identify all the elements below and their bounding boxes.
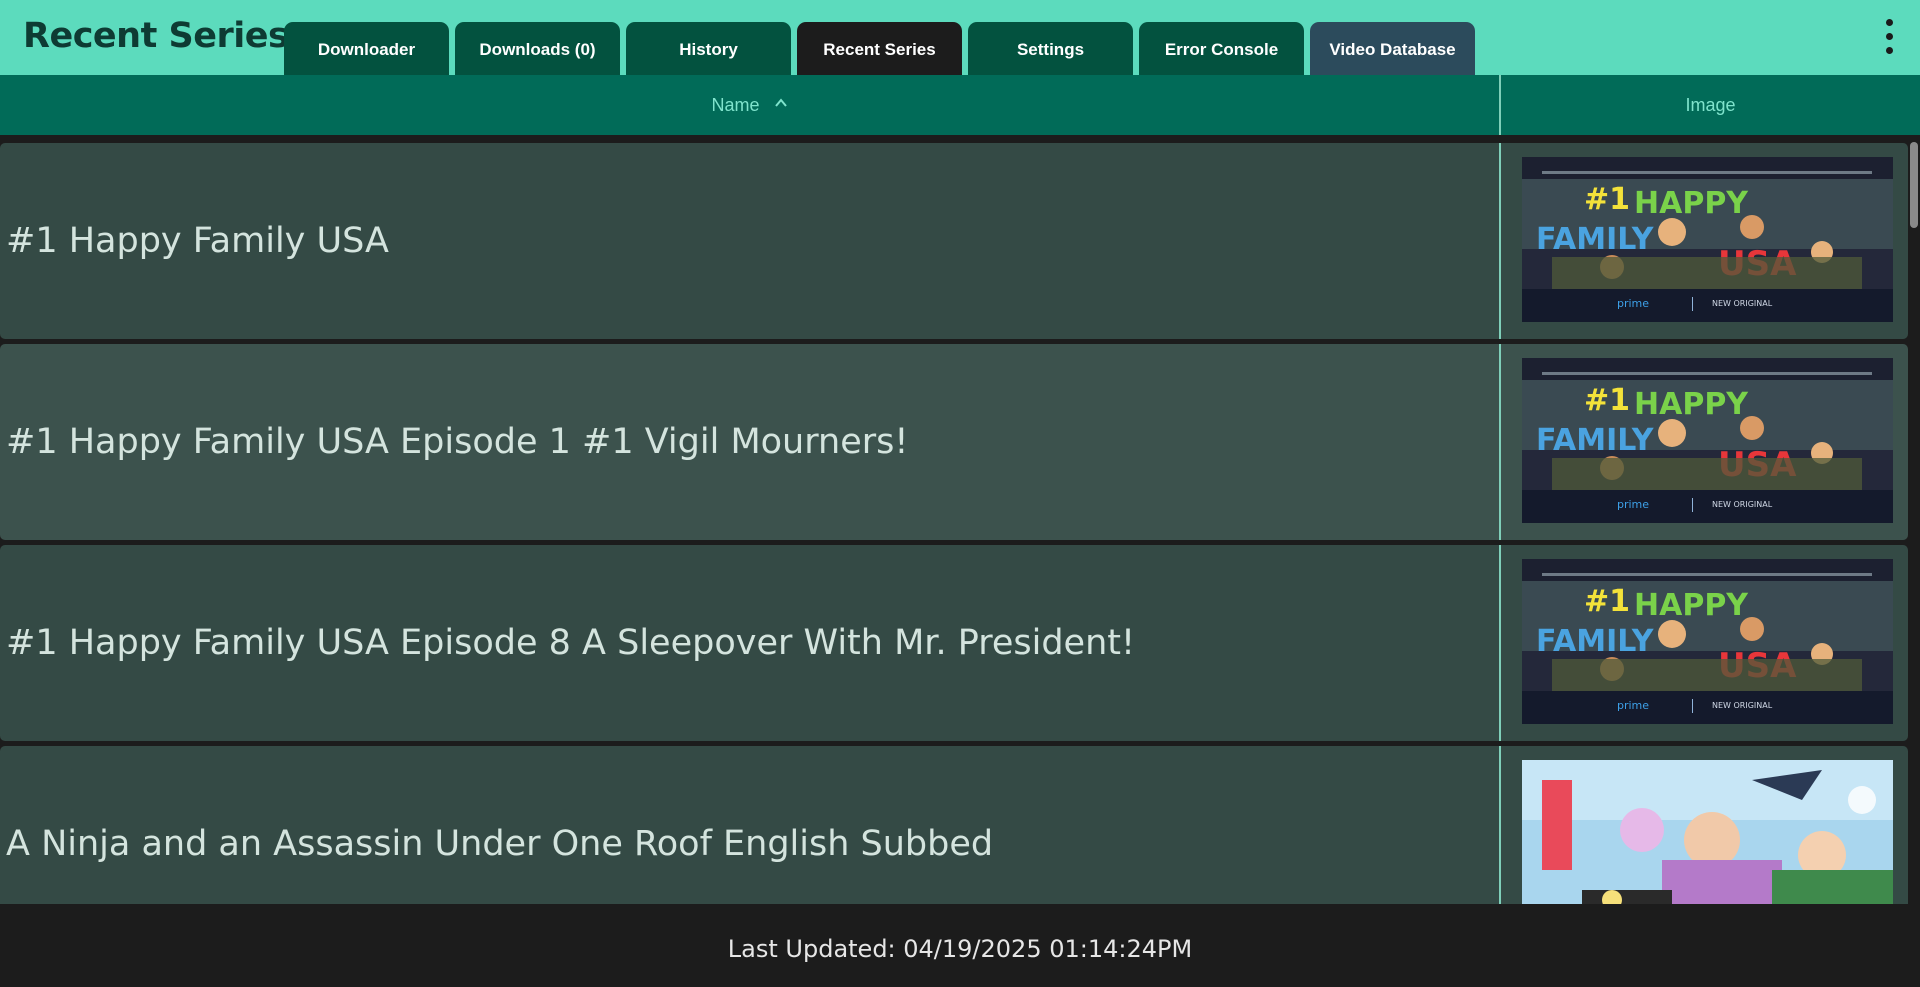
series-name: #1 Happy Family USA Episode 8 A Sleepove… xyxy=(6,623,1136,663)
tab-video-database[interactable]: Video Database xyxy=(1310,22,1475,75)
last-updated-text: Last Updated: 04/19/2025 01:14:24PM xyxy=(727,934,1193,963)
status-footer: Last Updated: 04/19/2025 01:14:24PM xyxy=(0,904,1920,987)
row-divider xyxy=(1499,545,1501,741)
row-divider xyxy=(1499,344,1501,540)
scrollbar-track[interactable] xyxy=(1908,135,1920,904)
row-divider xyxy=(1499,143,1501,339)
page-title: Recent Series xyxy=(23,16,289,56)
column-header-name[interactable]: Name xyxy=(0,75,1499,135)
chevron-up-icon xyxy=(774,98,787,107)
tab-error-console[interactable]: Error Console xyxy=(1139,22,1304,75)
tab-recent-series[interactable]: Recent Series xyxy=(797,22,962,75)
series-name: #1 Happy Family USA xyxy=(6,221,389,261)
column-label-name: Name xyxy=(711,94,760,115)
app-header: Recent Series Downloader Downloads (0) H… xyxy=(0,0,1920,75)
table-row[interactable]: #1 Happy Family USA Episode 8 A Sleepove… xyxy=(0,545,1908,741)
series-name: #1 Happy Family USA Episode 1 #1 Vigil M… xyxy=(6,422,909,462)
tab-history[interactable]: History xyxy=(626,22,791,75)
table-row[interactable]: #1 Happy Family USA Episode 1 #1 Vigil M… xyxy=(0,344,1908,540)
row-divider xyxy=(1499,746,1501,904)
more-vert-icon[interactable] xyxy=(1883,19,1895,55)
tab-downloads[interactable]: Downloads (0) xyxy=(455,22,620,75)
table-header: Name Image xyxy=(0,75,1920,135)
tab-downloader[interactable]: Downloader xyxy=(284,22,449,75)
series-poster-image xyxy=(1522,157,1893,322)
series-poster-image xyxy=(1522,559,1893,724)
table-row[interactable]: #1 Happy Family USA xyxy=(0,143,1908,339)
series-poster-image xyxy=(1522,760,1893,904)
table-row[interactable]: A Ninja and an Assassin Under One Roof E… xyxy=(0,746,1908,904)
column-header-image: Image xyxy=(1685,94,1736,115)
tab-settings[interactable]: Settings xyxy=(968,22,1133,75)
scrollbar-thumb[interactable] xyxy=(1910,142,1918,228)
series-poster-image xyxy=(1522,358,1893,523)
series-name: A Ninja and an Assassin Under One Roof E… xyxy=(6,824,994,864)
series-list: #1 Happy Family USA #1 Happy Family USA … xyxy=(0,135,1908,904)
